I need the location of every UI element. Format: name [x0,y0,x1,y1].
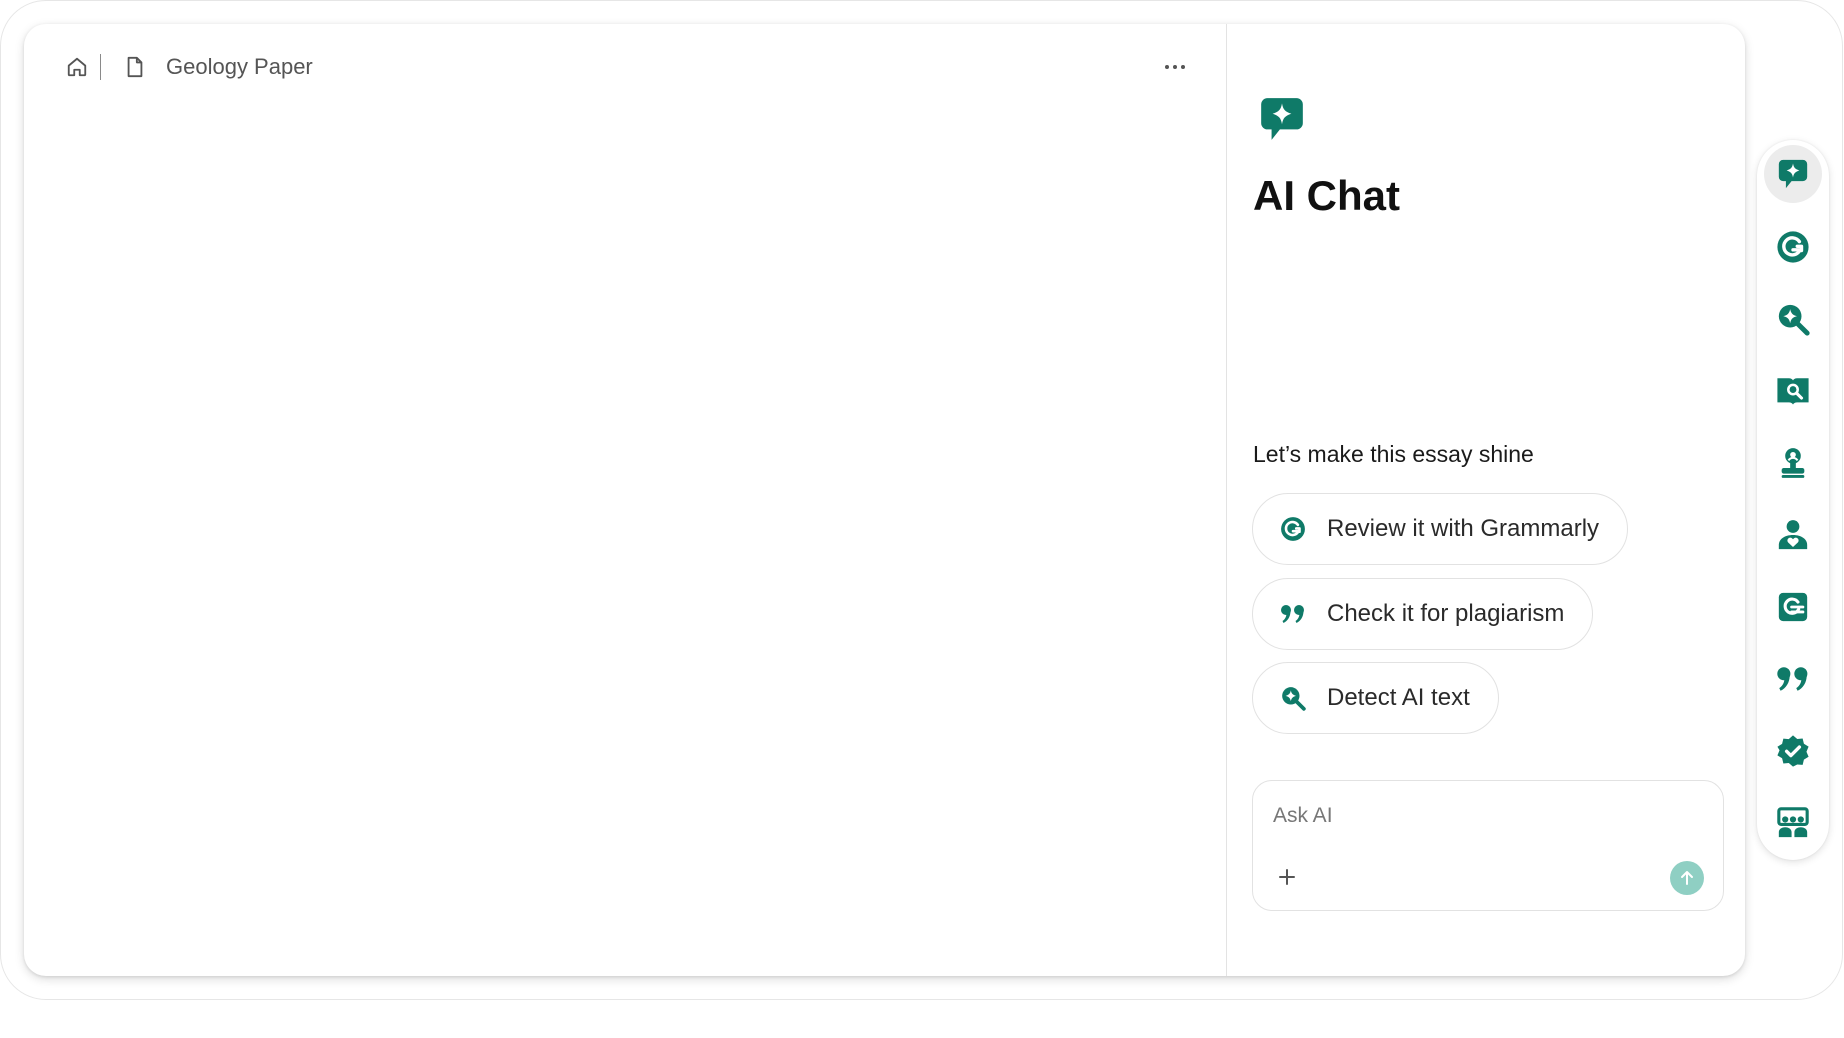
document-editor-area[interactable] [24,104,1226,976]
rail-item-reader-reactions[interactable] [1764,434,1822,492]
suggestion-label: Check it for plagiarism [1327,600,1565,627]
verified-badge-icon [1777,735,1809,767]
arrow-up-icon [1681,871,1693,885]
suggestion-label: Detect AI text [1327,684,1470,711]
rail-item-grammarly[interactable] [1764,218,1822,276]
quote-icon [1777,667,1808,691]
rail-item-ai-detector[interactable] [1764,290,1822,348]
prompt-heading: Let’s make this essay shine [1253,441,1534,467]
rail-item-authorship[interactable] [1764,722,1822,780]
attach-button[interactable] [1273,863,1301,891]
suggestion-detect-ai[interactable]: Detect AI text [1252,662,1499,734]
editor-card: Geology Paper AI Chat Let’s make this es… [24,24,1745,976]
document-title[interactable]: Geology Paper [166,52,313,82]
rail-item-audience[interactable] [1764,794,1822,852]
plus-icon [1279,869,1295,885]
ask-ai-composer [1252,780,1724,911]
rail-item-expert-review[interactable] [1764,506,1822,564]
tools-rail [1757,140,1829,860]
ai-detector-search-icon [1279,684,1307,712]
rail-item-plagiarism-checker[interactable] [1764,362,1822,420]
chat-title: AI Chat [1253,172,1400,219]
ask-ai-input[interactable] [1273,799,1693,833]
more-options-button[interactable] [1156,52,1194,82]
ai-chat-sparkle-icon [1778,159,1808,189]
stamp-user-icon [1781,448,1805,478]
quote-icon [1279,600,1307,628]
grammarly-icon [1777,231,1809,263]
presentation-users-icon [1777,807,1809,838]
suggestion-check-plagiarism[interactable]: Check it for plagiarism [1252,578,1594,650]
breadcrumb-divider [100,54,101,80]
user-heart-icon [1778,520,1808,550]
grammarly-icon [1279,515,1307,543]
document-pane: Geology Paper [24,24,1227,976]
ai-chat-panel: AI Chat Let’s make this essay shine Revi… [1227,24,1745,976]
rail-item-ai-chat[interactable] [1764,145,1822,203]
more-horizontal-icon [1165,65,1169,69]
rail-item-citations[interactable] [1764,650,1822,708]
ai-detector-search-icon [1778,304,1810,336]
home-icon [67,57,87,77]
rail-item-grade-predictor[interactable] [1764,578,1822,636]
send-button[interactable] [1670,861,1704,895]
document-icon [127,56,143,78]
home-button[interactable] [62,52,92,82]
ai-chat-sparkle-icon [1261,98,1303,140]
suggestion-label: Review it with Grammarly [1327,515,1600,542]
grade-card-icon [1778,592,1808,622]
document-icon-wrap [120,52,150,82]
suggestion-review-grammarly[interactable]: Review it with Grammarly [1252,493,1629,565]
document-topbar: Geology Paper [24,24,1226,104]
app-window-frame: Geology Paper AI Chat Let’s make this es… [0,0,1843,1000]
book-search-icon [1777,378,1809,405]
